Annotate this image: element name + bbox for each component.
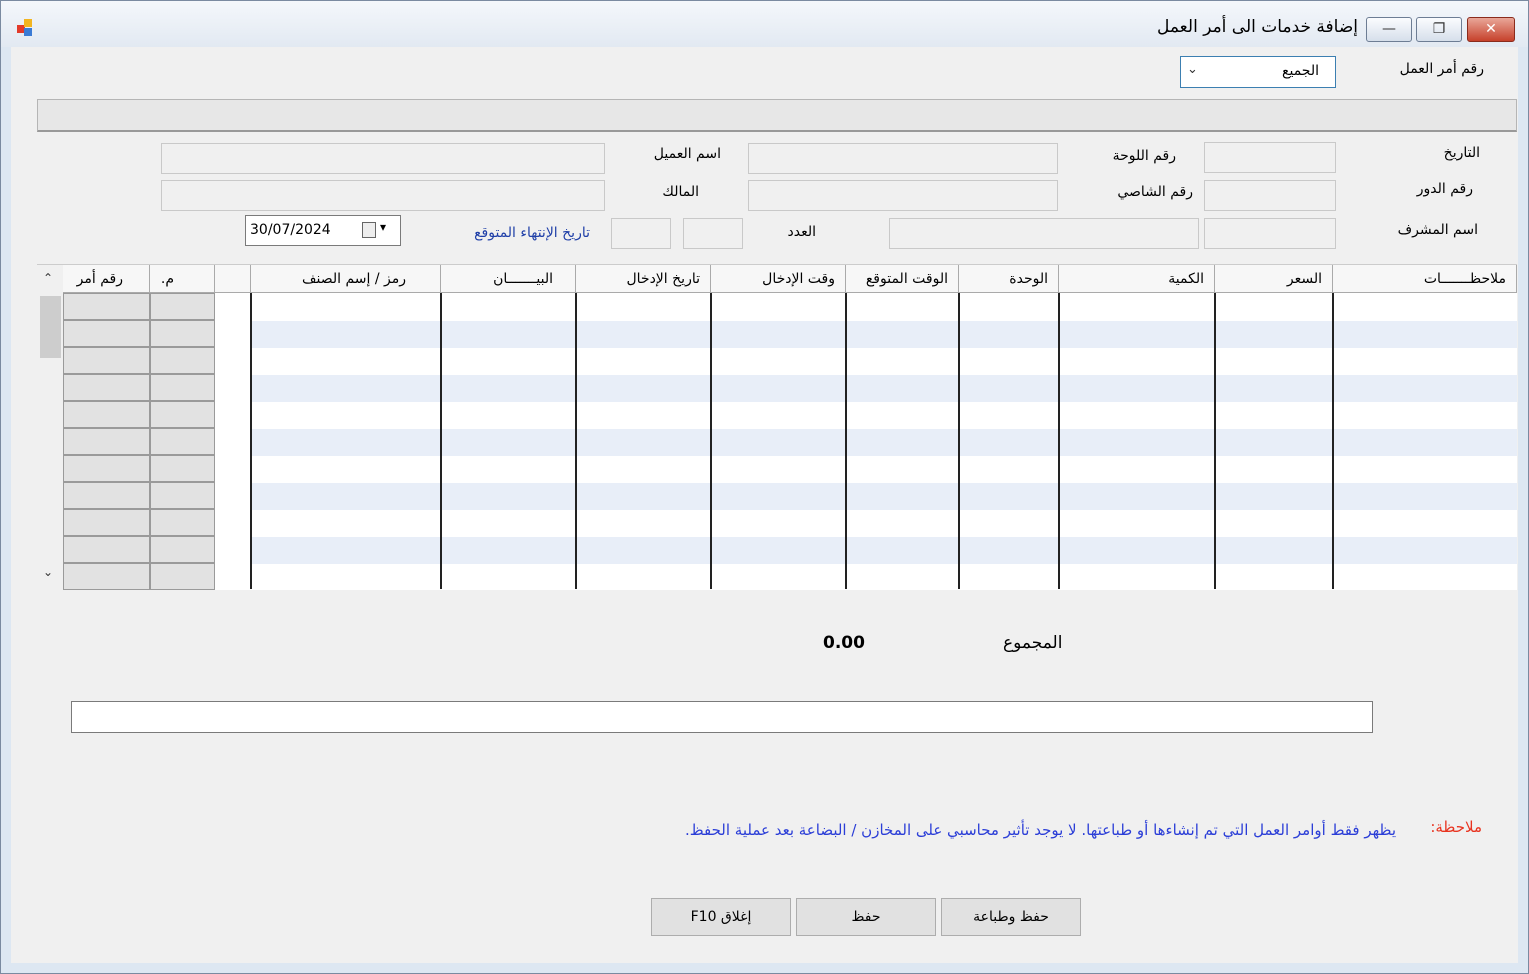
note-label: ملاحظة:: [1430, 818, 1482, 836]
order-number-dropdown[interactable]: الجميع ⌄: [1180, 56, 1336, 88]
note-text: يظهر فقط أوامر العمل التي تم إنشاءها أو …: [685, 821, 1396, 839]
supervisor-label: اسم المشرف: [1397, 222, 1478, 238]
column-header-quantity[interactable]: الكمية: [1059, 265, 1215, 293]
order-number-value: الجميع: [1282, 63, 1319, 79]
grid-cell[interactable]: [63, 374, 150, 401]
column-header-expected-time[interactable]: الوقت المتوقع: [846, 265, 959, 293]
grid-cell[interactable]: [150, 563, 215, 590]
close-button[interactable]: إغلاق F10: [651, 898, 791, 936]
column-header-blank[interactable]: [215, 265, 251, 293]
grid-cell[interactable]: [150, 401, 215, 428]
chevron-down-icon: ⌄: [1187, 62, 1198, 77]
column-header-unit[interactable]: الوحدة: [959, 265, 1059, 293]
summary-text-field[interactable]: [71, 701, 1373, 733]
turn-field[interactable]: [1204, 180, 1336, 211]
save-print-button[interactable]: حفظ وطباعة: [941, 898, 1081, 936]
column-header-entry-time[interactable]: وقت الإدخال: [711, 265, 846, 293]
close-window-button[interactable]: ✕: [1467, 17, 1515, 42]
main-window: إضافة خدمات الى أمر العمل — ❐ ✕ رقم أمر …: [0, 0, 1529, 974]
column-header-entry-date[interactable]: تاريخ الإدخال: [576, 265, 711, 293]
date-label: التاريخ: [1443, 145, 1480, 161]
chassis-field[interactable]: [748, 180, 1058, 211]
chassis-label: رقم الشاصي: [1117, 184, 1193, 200]
grid-cell[interactable]: [150, 509, 215, 536]
grid-vertical-scrollbar[interactable]: ⌃ ⌄: [37, 265, 63, 591]
column-header-index[interactable]: م.: [150, 265, 215, 293]
window-title: إضافة خدمات الى أمر العمل: [1156, 17, 1358, 37]
supervisor-code-field[interactable]: [1204, 218, 1336, 249]
turn-label: رقم الدور: [1416, 181, 1473, 197]
owner-field[interactable]: [161, 180, 605, 211]
plate-label: رقم اللوحة: [1112, 148, 1176, 164]
grid-cell[interactable]: [150, 428, 215, 455]
grid-cell[interactable]: [150, 374, 215, 401]
customer-label: اسم العميل: [653, 146, 721, 162]
form-client-area: رقم أمر العمل الجميع ⌄ التاريخ رقم اللوح…: [11, 47, 1518, 963]
count-field-2[interactable]: [611, 218, 671, 249]
grid-cell[interactable]: [150, 347, 215, 374]
customer-field[interactable]: [161, 143, 605, 174]
grid-cell[interactable]: [63, 536, 150, 563]
grid-cell[interactable]: [150, 320, 215, 347]
title-bar: إضافة خدمات الى أمر العمل — ❐ ✕: [1, 1, 1528, 47]
column-header-price[interactable]: السعر: [1215, 265, 1333, 293]
expected-end-label: تاريخ الإنتهاء المتوقع: [474, 225, 590, 241]
grid-cell[interactable]: [63, 563, 150, 590]
grid-cell[interactable]: [63, 347, 150, 374]
owner-label: المالك: [662, 184, 699, 200]
services-grid[interactable]: ⌃ ⌄ ملاحظـــــــات السعر الكمية الوحدة ا…: [37, 264, 1517, 591]
grid-cell[interactable]: [63, 455, 150, 482]
column-header-notes[interactable]: ملاحظـــــــات: [1333, 265, 1517, 293]
scroll-down-icon[interactable]: ⌄: [43, 565, 53, 579]
supervisor-name-field[interactable]: [889, 218, 1199, 249]
info-bar: [37, 99, 1517, 132]
grid-cell[interactable]: [150, 293, 215, 320]
count-label: العدد: [787, 224, 817, 240]
scroll-thumb[interactable]: [40, 296, 61, 358]
minimize-button[interactable]: —: [1366, 17, 1412, 42]
count-field-1[interactable]: [683, 218, 743, 249]
grid-cell[interactable]: [63, 401, 150, 428]
grid-cell[interactable]: [63, 320, 150, 347]
grid-cell[interactable]: [63, 509, 150, 536]
column-header-order-no[interactable]: رقم أمر: [63, 265, 150, 293]
restore-button[interactable]: ❐: [1416, 17, 1462, 42]
grid-cell[interactable]: [63, 482, 150, 509]
grid-cell[interactable]: [63, 428, 150, 455]
expected-end-value: 30/07/2024: [250, 222, 331, 238]
column-header-item-code[interactable]: رمز / إسم الصنف: [251, 265, 441, 293]
scroll-up-icon[interactable]: ⌃: [43, 271, 53, 285]
total-label: المجموع: [1003, 633, 1063, 653]
grid-cell[interactable]: [150, 536, 215, 563]
order-number-label: رقم أمر العمل: [1399, 61, 1484, 77]
app-icon: [17, 19, 37, 37]
plate-field[interactable]: [748, 143, 1058, 174]
calendar-icon: [362, 222, 376, 238]
expected-end-datepicker[interactable]: 30/07/2024 ▾: [245, 215, 401, 246]
total-value: 0.00: [823, 633, 865, 653]
column-header-description[interactable]: البيـــــــان: [441, 265, 576, 293]
dropdown-arrow-icon: ▾: [380, 220, 387, 234]
grid-cell[interactable]: [150, 482, 215, 509]
save-button[interactable]: حفظ: [796, 898, 936, 936]
grid-cell[interactable]: [150, 455, 215, 482]
date-field[interactable]: [1204, 142, 1336, 173]
grid-cell[interactable]: [63, 293, 150, 320]
